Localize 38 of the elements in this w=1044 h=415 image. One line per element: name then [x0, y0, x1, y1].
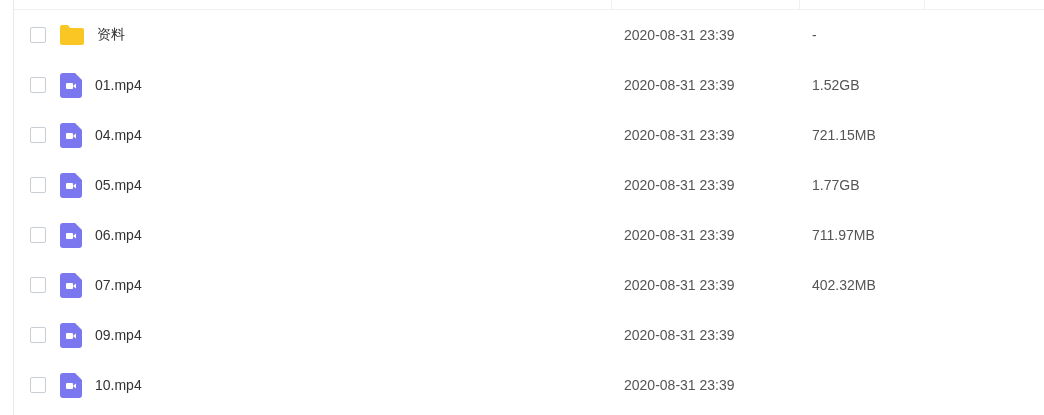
file-name[interactable]: 01.mp4 — [95, 77, 142, 93]
file-size: 711.97MB — [811, 227, 875, 243]
file-size: - — [811, 27, 817, 43]
checkbox[interactable] — [30, 77, 46, 93]
video-file-icon — [60, 122, 82, 148]
checkbox[interactable] — [30, 127, 46, 143]
file-size: 1.77GB — [811, 177, 860, 193]
file-size: 721.15MB — [811, 127, 876, 143]
video-file-icon — [60, 172, 82, 198]
modified-date: 2020-08-31 23:39 — [623, 377, 735, 393]
folder-icon — [60, 25, 84, 45]
modified-date: 2020-08-31 23:39 — [623, 77, 735, 93]
file-name[interactable]: 06.mp4 — [95, 227, 142, 243]
video-file-icon — [60, 272, 82, 298]
file-size: 402.32MB — [811, 277, 876, 293]
file-name[interactable]: 05.mp4 — [95, 177, 142, 193]
checkbox[interactable] — [30, 327, 46, 343]
checkbox[interactable] — [30, 277, 46, 293]
modified-date: 2020-08-31 23:39 — [623, 27, 735, 43]
checkbox[interactable] — [30, 227, 46, 243]
modified-date: 2020-08-31 23:39 — [623, 227, 735, 243]
modified-date: 2020-08-31 23:39 — [623, 327, 735, 343]
checkbox[interactable] — [30, 27, 46, 43]
video-file-icon — [60, 222, 82, 248]
video-file-icon — [60, 322, 82, 348]
file-size: 1.52GB — [811, 77, 860, 93]
modified-date: 2020-08-31 23:39 — [623, 277, 735, 293]
modified-date: 2020-08-31 23:39 — [623, 127, 735, 143]
file-name[interactable]: 资料 — [97, 26, 125, 44]
file-name[interactable]: 07.mp4 — [95, 277, 142, 293]
modified-date: 2020-08-31 23:39 — [623, 177, 735, 193]
video-file-icon — [60, 372, 82, 398]
video-file-icon — [60, 72, 82, 98]
checkbox[interactable] — [30, 177, 46, 193]
file-name[interactable]: 10.mp4 — [95, 377, 142, 393]
file-name[interactable]: 09.mp4 — [95, 327, 142, 343]
checkbox[interactable] — [30, 377, 46, 393]
file-name[interactable]: 04.mp4 — [95, 127, 142, 143]
